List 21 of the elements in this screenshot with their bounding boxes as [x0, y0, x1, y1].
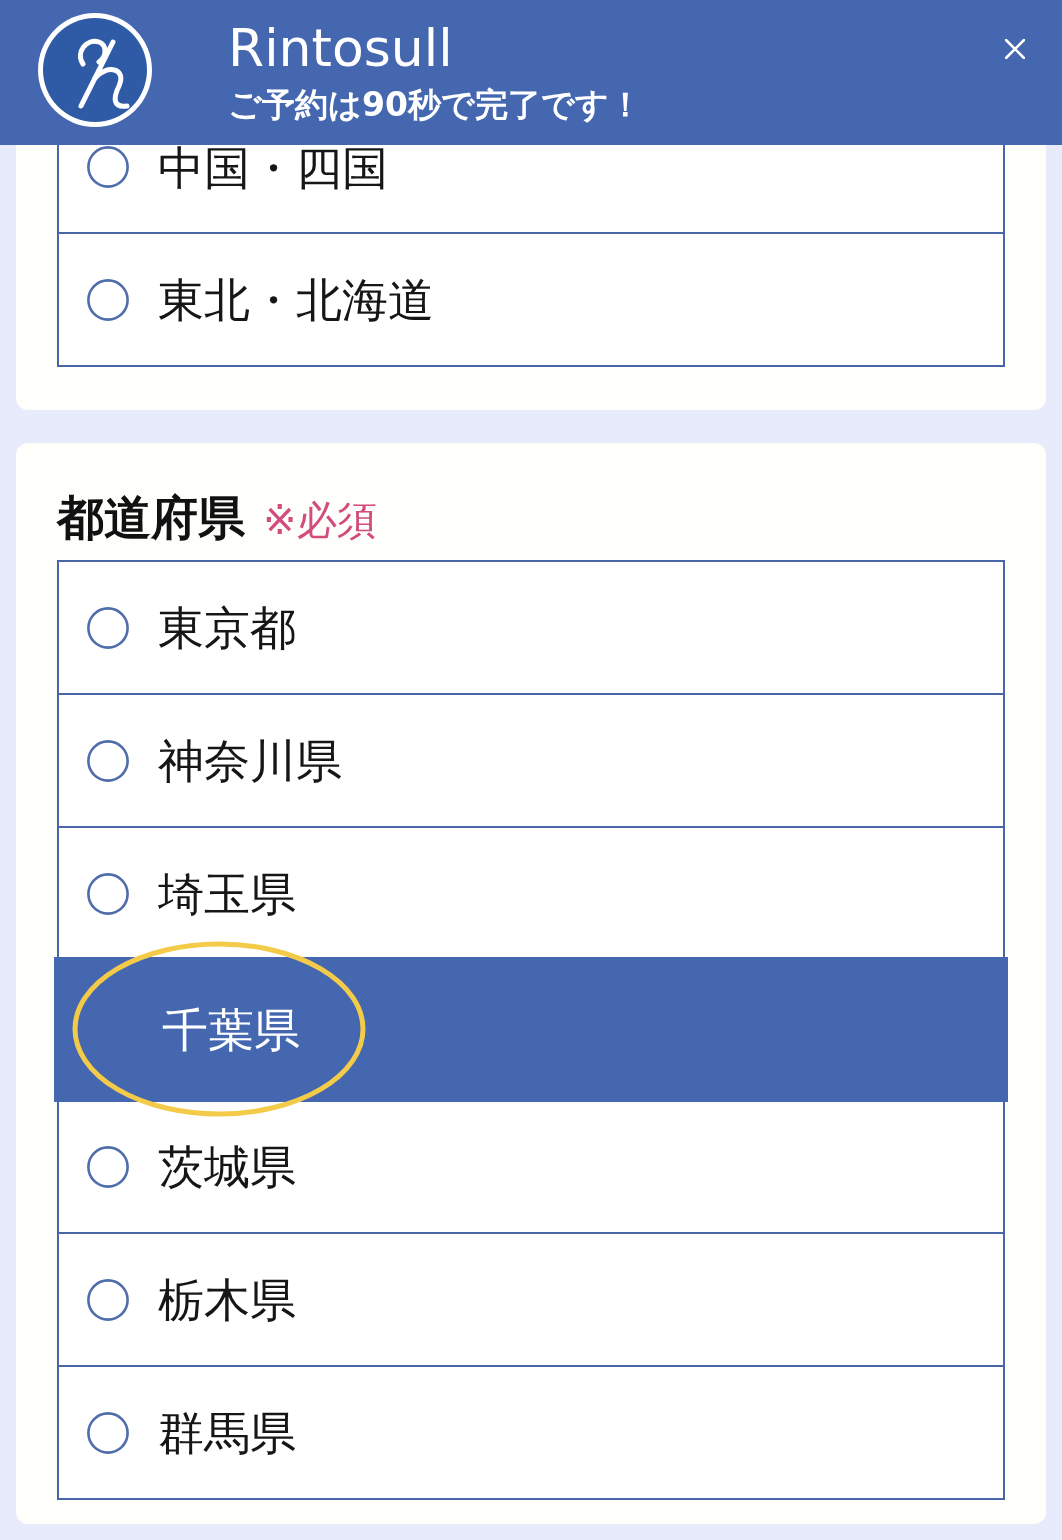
radio-option[interactable]: 群馬県 [59, 1367, 1003, 1498]
app-title: Rintosull [228, 18, 454, 78]
radio-icon [87, 278, 129, 321]
field-label: 都道府県 [57, 491, 245, 545]
radio-option[interactable]: 東京都 [59, 562, 1003, 695]
radio-option[interactable]: 東北・北海道 [59, 234, 1003, 365]
radio-option[interactable]: 中国・四国 [59, 145, 1003, 234]
radio-icon [87, 606, 129, 649]
close-icon [1005, 39, 1025, 59]
required-note: ※必須 [263, 496, 377, 545]
radio-option[interactable]: 千葉県 [54, 957, 1008, 1102]
radio-icon [87, 1411, 129, 1454]
radio-option[interactable]: 神奈川県 [59, 695, 1003, 828]
radio-icon [87, 1278, 129, 1321]
radio-option[interactable]: 栃木県 [59, 1234, 1003, 1367]
radio-icon [87, 1145, 129, 1188]
radio-option[interactable]: 茨城県 [59, 1101, 1003, 1234]
logo-icon [37, 12, 153, 128]
radio-icon [87, 872, 129, 915]
header-subtitle: ご予約は90秒で完了です！ [228, 84, 642, 126]
radio-icon [87, 739, 129, 782]
